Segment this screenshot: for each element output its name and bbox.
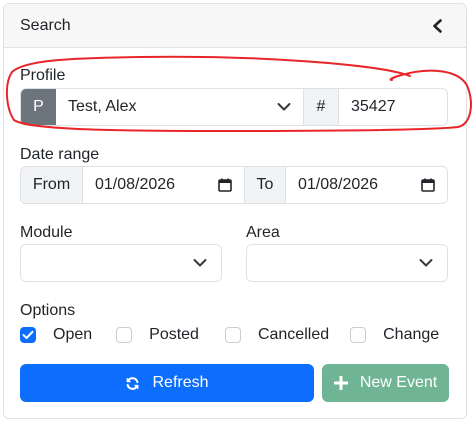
open-checkbox-label: Open	[53, 326, 93, 343]
profile-label: Profile	[20, 67, 66, 84]
cancelled-checkbox[interactable]	[224, 327, 241, 343]
change-checkbox-label: Change	[383, 326, 440, 343]
profile-id-value: 35427	[351, 98, 396, 115]
date-range-label: Date range	[20, 146, 100, 163]
date-range-group: From 01/08/2026 To 01/08/2026	[20, 166, 448, 204]
refresh-button-label: Refresh	[152, 374, 209, 391]
profile-id-prefix: #	[303, 89, 339, 125]
profile-id-input[interactable]: 35427	[339, 89, 447, 125]
profile-select[interactable]: Test, Alex	[56, 89, 303, 125]
refresh-button[interactable]: Refresh	[20, 364, 314, 402]
posted-checkbox-label: Posted	[149, 326, 199, 343]
collapse-chevron-left-icon[interactable]	[426, 14, 450, 38]
area-select[interactable]	[246, 244, 448, 282]
open-checkbox[interactable]	[20, 327, 36, 343]
new-event-button-label: New Event	[359, 374, 438, 391]
area-label: Area	[246, 224, 280, 241]
options-checkbox-row: Open Posted Cancelled Change	[20, 324, 439, 346]
refresh-icon	[125, 376, 140, 391]
chevron-down-icon	[193, 258, 207, 268]
profile-prefix-badge: P	[21, 89, 56, 125]
options-label: Options	[20, 302, 76, 319]
change-checkbox[interactable]	[350, 327, 367, 343]
to-date-value: 01/08/2026	[298, 176, 379, 193]
search-panel: Search	[3, 3, 467, 419]
plus-icon	[333, 376, 348, 390]
search-panel-header: Search	[4, 4, 466, 48]
from-date-value: 01/08/2026	[95, 176, 176, 193]
chevron-down-icon	[277, 102, 291, 112]
module-label: Module	[20, 224, 73, 241]
posted-checkbox[interactable]	[116, 327, 133, 343]
cancelled-checkbox-label: Cancelled	[257, 326, 330, 343]
profile-input-group: P Test, Alex # 35427	[20, 88, 448, 126]
check-icon	[22, 330, 34, 339]
new-event-button[interactable]: New Event	[322, 364, 449, 402]
calendar-icon[interactable]	[218, 178, 232, 192]
calendar-icon[interactable]	[421, 178, 435, 192]
to-date-input[interactable]: 01/08/2026	[286, 167, 447, 203]
from-date-input[interactable]: 01/08/2026	[83, 167, 244, 203]
module-select[interactable]	[20, 244, 222, 282]
from-label: From	[21, 167, 83, 203]
chevron-down-icon	[419, 258, 433, 268]
profile-selected-value: Test, Alex	[68, 98, 137, 115]
panel-title: Search	[20, 16, 71, 34]
to-label: To	[244, 167, 286, 203]
